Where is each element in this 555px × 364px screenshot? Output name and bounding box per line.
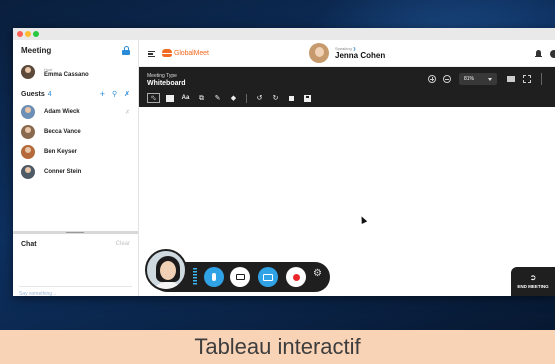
host-info: Host Emma Cassano: [44, 67, 89, 78]
tool-divider: [246, 93, 247, 103]
speaker-avatar: [309, 43, 329, 63]
guests-tools: + ⚲ ✗: [100, 89, 130, 99]
avatar: [21, 65, 35, 79]
end-meeting-button[interactable]: ➲ END MEETING: [511, 267, 555, 296]
redo-icon[interactable]: ↻: [269, 93, 282, 103]
self-video-thumbnail[interactable]: [145, 249, 187, 291]
meeting-type-value: Whiteboard: [147, 80, 186, 87]
mic-button[interactable]: [204, 267, 224, 287]
search-guests-icon[interactable]: ⚲: [112, 91, 117, 98]
chat-header: Chat Clear: [13, 237, 138, 251]
host-row[interactable]: Host Emma Cassano: [13, 60, 138, 84]
guest-name: Ben Keyser: [44, 149, 78, 155]
toolbar-divider: [541, 73, 542, 85]
screen-share-icon: [263, 273, 273, 281]
logo-mark-icon: [162, 48, 172, 58]
mute-all-icon[interactable]: ✗: [124, 91, 130, 98]
window-close-button[interactable]: [17, 31, 23, 37]
meeting-type-label: Meeting Type: [147, 73, 177, 79]
panel-resize-handle[interactable]: [13, 231, 138, 234]
caption-band: Tableau interactif: [0, 330, 555, 364]
host-name: Emma Cassano: [44, 71, 89, 78]
guest-row[interactable]: Ben Keyser: [13, 142, 138, 162]
guest-name: Becca Vance: [44, 129, 81, 135]
guests-label: Guests: [21, 90, 45, 98]
record-icon: [292, 273, 300, 281]
guest-row[interactable]: Conner Stein: [13, 162, 138, 182]
audio-level-meter: [193, 268, 197, 286]
add-guest-icon[interactable]: +: [100, 89, 105, 99]
undo-icon[interactable]: ↺: [253, 93, 266, 103]
window-titlebar: [13, 28, 555, 40]
app-window: Meeting Host Emma Cassano Guests 4 + ⚲ ✗…: [13, 28, 555, 296]
lock-icon[interactable]: [122, 45, 130, 55]
speaker-name: Jenna Cohen: [335, 51, 386, 60]
zoom-out-icon[interactable]: [443, 75, 451, 83]
top-bar: GlobalMeet Speaking❯ Jenna Cohen: [139, 40, 555, 67]
zoom-in-icon[interactable]: [428, 75, 436, 83]
mouse-cursor-icon: [358, 215, 368, 224]
chat-input[interactable]: [19, 290, 132, 296]
guest-name: Adam Wieck: [44, 109, 80, 115]
speaker-info: Speaking❯ Jenna Cohen: [335, 46, 385, 60]
avatar: [21, 105, 35, 119]
whiteboard-toolbar: Meeting Type Whiteboard 81% ⬁ Aa ⧉ ✎ ◆ ↺…: [139, 67, 555, 107]
gear-icon[interactable]: ⚙: [313, 269, 322, 279]
chevron-down-icon: [488, 77, 492, 81]
image-tool-icon[interactable]: [163, 93, 176, 103]
fit-page-icon[interactable]: [507, 76, 515, 82]
eraser-tool-icon[interactable]: ◆: [227, 93, 240, 103]
menu-icon[interactable]: [148, 51, 155, 57]
text-tool-icon[interactable]: Aa: [179, 93, 192, 103]
screen-share-button[interactable]: [258, 267, 278, 287]
globalmeet-logo: GlobalMeet: [162, 48, 209, 58]
zoom-value: 81%: [464, 76, 475, 82]
save-icon[interactable]: [301, 93, 314, 103]
meeting-sidebar: Meeting Host Emma Cassano Guests 4 + ⚲ ✗…: [13, 40, 139, 296]
window-maximize-button[interactable]: [33, 31, 39, 37]
meeting-title: Meeting: [21, 45, 52, 55]
window-minimize-button[interactable]: [25, 31, 31, 37]
caption-text: Tableau interactif: [194, 334, 361, 359]
zoom-dropdown[interactable]: 81%: [459, 73, 497, 85]
globe-icon[interactable]: [550, 50, 555, 58]
active-speaker: Speaking❯ Jenna Cohen: [309, 43, 385, 63]
trash-icon[interactable]: [285, 93, 298, 103]
end-meeting-label: END MEETING: [517, 284, 549, 289]
pen-tool-icon[interactable]: ✎: [211, 93, 224, 103]
record-button[interactable]: [286, 267, 306, 287]
exit-icon: ➲: [529, 273, 537, 282]
avatar: [21, 165, 35, 179]
fullscreen-icon[interactable]: [523, 75, 531, 83]
guest-row[interactable]: Adam Wieck ✗: [13, 102, 138, 122]
chat-title: Chat: [21, 240, 37, 248]
avatar: [21, 145, 35, 159]
logo-text: GlobalMeet: [174, 49, 209, 57]
mic-icon: [212, 273, 216, 281]
drawing-tools: ⬁ Aa ⧉ ✎ ◆ ↺ ↻: [147, 93, 317, 103]
chat-input-wrapper: [19, 286, 132, 296]
meeting-header: Meeting: [13, 40, 138, 60]
avatar: [21, 125, 35, 139]
bell-icon[interactable]: [535, 50, 542, 58]
guests-header: Guests 4 + ⚲ ✗: [13, 86, 138, 102]
guest-row[interactable]: Becca Vance: [13, 122, 138, 142]
muted-mic-icon[interactable]: ✗: [125, 109, 130, 116]
guest-name: Conner Stein: [44, 169, 82, 175]
shapes-tool-icon[interactable]: ⧉: [195, 93, 208, 103]
camera-button[interactable]: [230, 267, 250, 287]
guests-count: 4: [47, 90, 52, 98]
chat-clear-button[interactable]: Clear: [116, 241, 130, 247]
camera-icon: [235, 274, 245, 280]
select-tool-icon[interactable]: ⬁: [147, 93, 160, 103]
